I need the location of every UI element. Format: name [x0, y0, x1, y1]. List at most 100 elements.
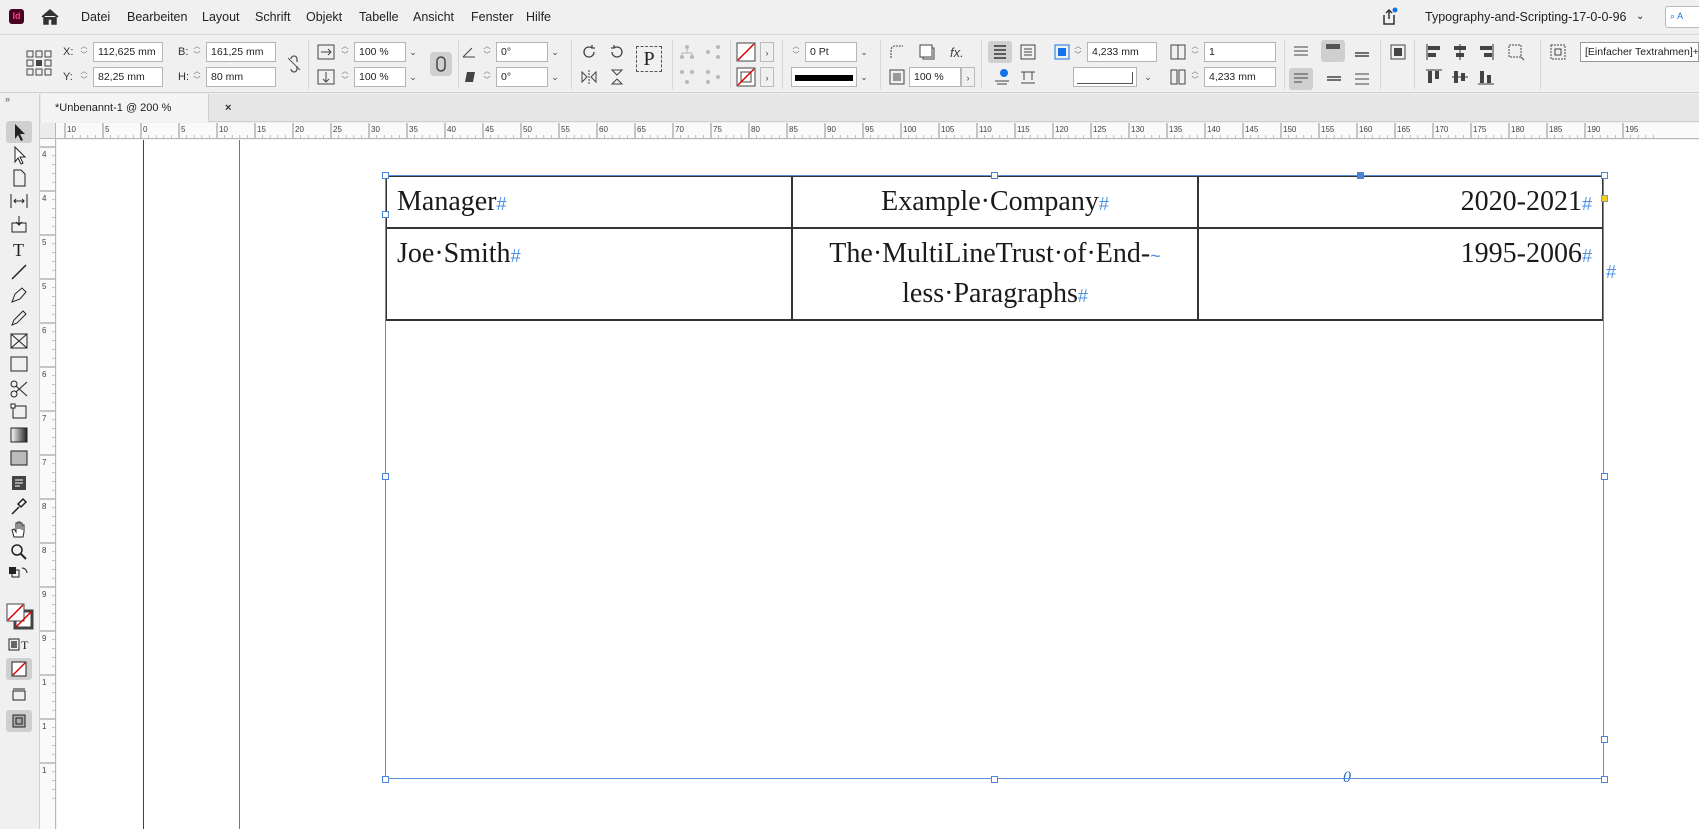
scale-x-dropdown-icon[interactable]: ⌄	[406, 42, 420, 62]
stroke-weight-dropdown-icon[interactable]: ⌄	[857, 42, 871, 62]
formatting-container-icon[interactable]: T	[6, 634, 32, 656]
resize-handle[interactable]	[991, 172, 998, 179]
resize-handle[interactable]	[1601, 776, 1608, 783]
share-icon[interactable]	[1379, 7, 1399, 27]
search-input[interactable]: ⌕ A	[1665, 6, 1699, 28]
scale-y-dropdown-icon[interactable]: ⌄	[406, 67, 420, 87]
rectangle-frame-tool-icon[interactable]	[6, 330, 32, 352]
home-icon[interactable]	[40, 8, 60, 26]
corner-options-icon[interactable]	[887, 42, 907, 62]
align-vertical-centers-icon[interactable]	[1450, 67, 1470, 87]
type-tool-icon[interactable]: T	[6, 238, 32, 260]
collapse-panel-icon[interactable]: »	[5, 94, 10, 104]
y-stepper-icon[interactable]: ︿ ﹀	[79, 67, 89, 87]
opacity-chevron-right-icon[interactable]: ›	[961, 67, 975, 87]
select-container-icon[interactable]	[677, 42, 697, 62]
align-top-edges-icon[interactable]	[1424, 67, 1444, 87]
shear-dropdown-icon[interactable]: ⌄	[548, 67, 562, 87]
in-port-icon[interactable]	[382, 211, 389, 218]
shear-field[interactable]: 0°	[496, 67, 548, 87]
stroke-weight-field[interactable]: 0 Pt	[805, 42, 857, 62]
pencil-tool-icon[interactable]	[6, 307, 32, 329]
rotate-cw-icon[interactable]	[579, 42, 599, 62]
content-collector-tool-icon[interactable]	[6, 213, 32, 235]
constrain-scale-button[interactable]	[430, 52, 452, 76]
gap-tool-icon[interactable]	[6, 190, 32, 212]
reference-point-icon[interactable]	[26, 50, 52, 76]
screen-mode-icon[interactable]	[6, 684, 32, 706]
horizontal-ruler[interactable]: 10 5 0 5 10 15 20 25 30 35 40 45 50 55 60 65 70 75 80 85 90 9…	[40, 123, 1699, 139]
tab-document[interactable]: *Unbenannt-1 @ 200 %	[41, 94, 209, 122]
zoom-tool-icon[interactable]	[6, 541, 32, 563]
select-next-icon[interactable]	[703, 67, 723, 87]
stroke-type-field[interactable]	[791, 67, 857, 87]
menu-fenster[interactable]: Fenster	[471, 10, 513, 24]
hand-tool-icon[interactable]	[6, 518, 32, 540]
align-to-selection-icon[interactable]	[1506, 42, 1526, 62]
columns-field[interactable]: 1	[1204, 42, 1276, 62]
select-content-icon[interactable]	[703, 42, 723, 62]
constrain-proportions-icon[interactable]	[284, 54, 304, 74]
column-rule-dropdown-icon[interactable]: ⌄	[1141, 67, 1155, 87]
fill-chevron-right-icon[interactable]: ›	[760, 42, 774, 62]
live-corner-handle[interactable]	[1601, 195, 1608, 202]
stroke-type-dropdown-icon[interactable]: ⌄	[857, 67, 871, 87]
baseline-shift-icon[interactable]	[1018, 67, 1038, 87]
shear-stepper-icon[interactable]: ︿ ﹀	[482, 67, 492, 87]
eyedropper-tool-icon[interactable]	[6, 495, 32, 517]
menu-bearbeiten[interactable]: Bearbeiten	[127, 10, 187, 24]
align-horizontal-centers-icon[interactable]	[1450, 42, 1470, 62]
fill-stroke-swatches-icon[interactable]	[5, 602, 35, 630]
resize-handle[interactable]	[991, 776, 998, 783]
menu-hilfe[interactable]: Hilfe	[526, 10, 551, 24]
align-left-edges-icon[interactable]	[1424, 42, 1444, 62]
rectangle-tool-icon[interactable]	[6, 353, 32, 375]
drop-shadow-icon[interactable]	[917, 42, 937, 62]
inset-top-field[interactable]: 4,233 mm	[1087, 42, 1157, 62]
fit-frame-icon[interactable]	[1388, 42, 1408, 62]
scale-x-field[interactable]: 100 %	[354, 42, 406, 62]
vertical-align-top-button[interactable]	[1321, 40, 1345, 62]
text-frame-options-icon[interactable]	[1018, 42, 1038, 62]
menu-schrift[interactable]: Schrift	[255, 10, 290, 24]
vertical-align-center-icon[interactable]	[1352, 42, 1372, 62]
vertical-align-bottom-icon[interactable]	[1324, 69, 1344, 89]
vertical-align-justify-button[interactable]	[1289, 68, 1313, 90]
opacity-field[interactable]: 100 %	[909, 67, 961, 87]
resize-handle[interactable]	[382, 172, 389, 179]
object-style-field[interactable]: [Einfacher Textrahmen]+	[1580, 42, 1699, 62]
x-field[interactable]: 112,625 mm	[93, 42, 163, 62]
height-field[interactable]: 80 mm	[206, 67, 276, 87]
inset-top-stepper-icon[interactable]: ︿ ﹀	[1073, 42, 1083, 62]
page-tool-icon[interactable]	[6, 167, 32, 189]
pen-tool-icon[interactable]	[6, 284, 32, 306]
select-previous-icon[interactable]	[677, 67, 697, 87]
direct-selection-tool-icon[interactable]	[6, 144, 32, 166]
chevron-down-icon[interactable]: ⌄	[1636, 11, 1644, 22]
gradient-feather-tool-icon[interactable]	[6, 447, 32, 469]
note-tool-icon[interactable]	[6, 472, 32, 494]
justify-lines-icon[interactable]	[1291, 42, 1311, 62]
scale-y-stepper-icon[interactable]: ︿ ﹀	[340, 67, 350, 87]
menu-tabelle[interactable]: Tabelle	[359, 10, 399, 24]
scissors-tool-icon[interactable]	[6, 378, 32, 400]
menu-ansicht[interactable]: Ansicht	[413, 10, 454, 24]
flip-horizontal-icon[interactable]	[579, 67, 599, 87]
scale-x-stepper-icon[interactable]: ︿ ﹀	[340, 42, 350, 62]
apply-none-icon[interactable]	[6, 658, 32, 680]
align-text-top-button[interactable]	[988, 41, 1012, 63]
rotate-ccw-icon[interactable]	[607, 42, 627, 62]
close-icon[interactable]: ×	[225, 102, 231, 114]
text-frame-icon[interactable]: P	[636, 46, 662, 72]
effects-fx-icon[interactable]: fx.	[950, 45, 964, 60]
width-stepper-icon[interactable]: ︿ ﹀	[192, 42, 202, 62]
resize-handle[interactable]	[382, 776, 389, 783]
height-stepper-icon[interactable]: ︿ ﹀	[192, 67, 202, 87]
rotate-dropdown-icon[interactable]: ⌄	[548, 42, 562, 62]
text-frame-bounding-box[interactable]	[385, 175, 1604, 779]
fill-none-swatch-icon[interactable]	[736, 42, 756, 62]
stroke-chevron-right-icon[interactable]: ›	[760, 67, 774, 87]
resize-handle[interactable]	[1601, 172, 1608, 179]
menu-datei[interactable]: Datei	[81, 10, 110, 24]
menu-layout[interactable]: Layout	[202, 10, 240, 24]
